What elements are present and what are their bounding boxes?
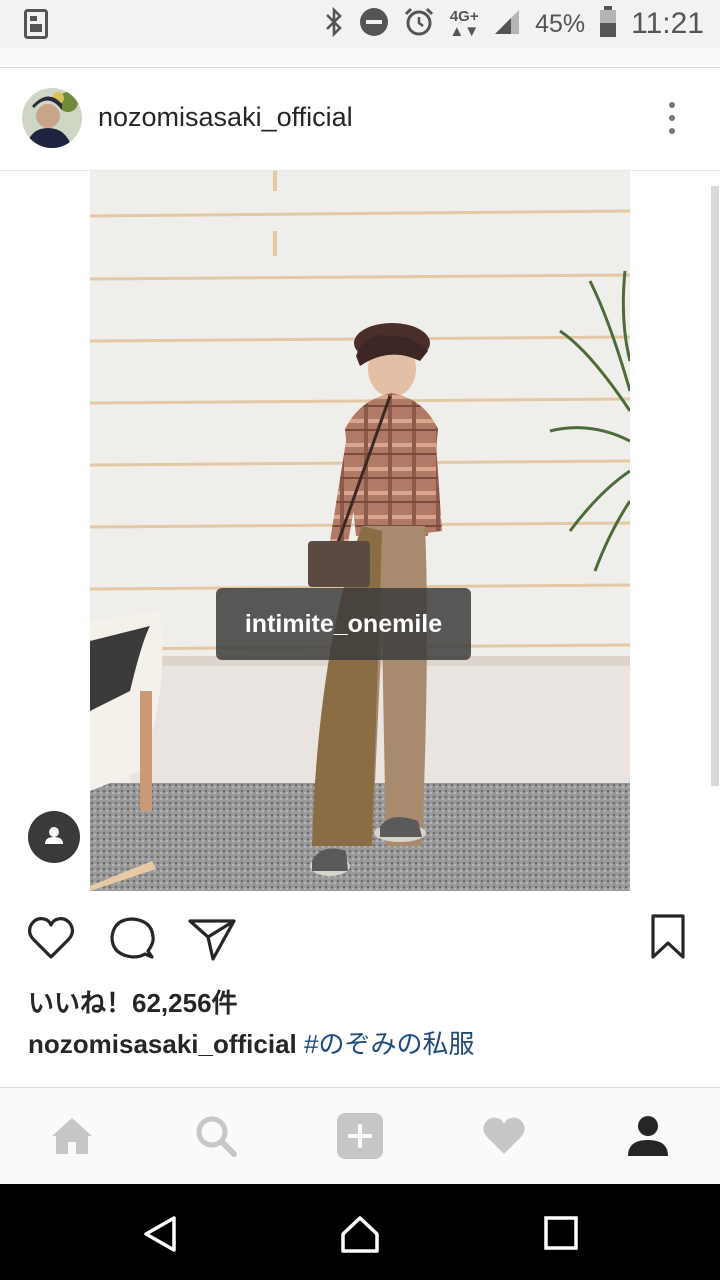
post-media: intimite_onemile: [0, 171, 720, 891]
caption-username[interactable]: nozomisasaki_official: [28, 1029, 297, 1059]
network-indicator: 4G+ ▲▼: [449, 8, 480, 40]
user-tags-icon[interactable]: [28, 811, 80, 863]
home-nav-icon[interactable]: [340, 1214, 380, 1254]
user-tag-label[interactable]: intimite_onemile: [216, 588, 471, 660]
battery-percent: 45%: [535, 9, 586, 38]
back-icon[interactable]: [140, 1214, 180, 1254]
alarm-icon: [403, 6, 435, 43]
search-icon[interactable]: [192, 1112, 240, 1160]
heart-icon[interactable]: [26, 913, 76, 963]
signal-icon: [493, 8, 521, 41]
like-count[interactable]: いいね！62,256件: [28, 983, 238, 1020]
share-icon[interactable]: [187, 913, 237, 963]
clock: 11:21: [631, 7, 704, 40]
scrollbar[interactable]: [711, 186, 719, 786]
battery-icon: [599, 5, 617, 43]
more-options-icon[interactable]: [658, 98, 686, 138]
top-divider: [0, 48, 720, 68]
post-photo[interactable]: [90, 171, 630, 891]
status-bar: 4G+ ▲▼ 45% 11:21: [0, 0, 720, 48]
add-icon[interactable]: [336, 1112, 384, 1160]
sim-icon: [24, 9, 48, 44]
recents-icon[interactable]: [542, 1214, 582, 1254]
post-caption: nozomisasaki_official #のぞみの私服: [28, 1024, 474, 1061]
bookmark-icon[interactable]: [643, 913, 693, 963]
system-nav-bar: [0, 1184, 720, 1280]
profile-icon[interactable]: [624, 1112, 672, 1160]
caption-hashtag[interactable]: #のぞみの私服: [304, 1029, 474, 1059]
bottom-tab-bar: [0, 1087, 720, 1184]
dnd-icon: [359, 7, 389, 42]
post-actions: [0, 891, 720, 981]
bluetooth-icon: [323, 6, 345, 42]
post-header: nozomisasaki_official: [0, 68, 720, 171]
activity-heart-icon[interactable]: [480, 1112, 528, 1160]
post-username[interactable]: nozomisasaki_official: [98, 102, 353, 133]
home-icon[interactable]: [48, 1112, 96, 1160]
avatar[interactable]: [22, 88, 82, 148]
comment-icon[interactable]: [107, 913, 157, 963]
